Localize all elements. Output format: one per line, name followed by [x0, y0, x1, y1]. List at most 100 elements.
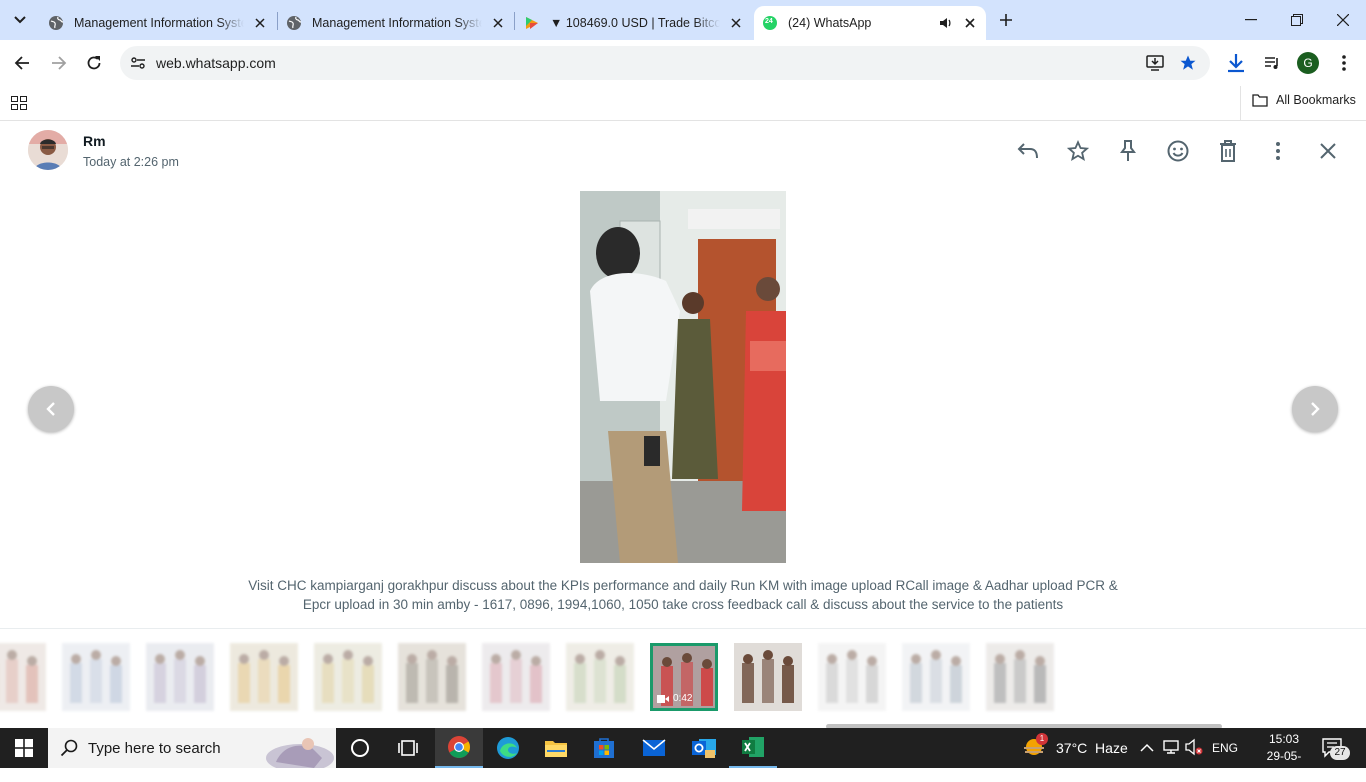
media-thumbnail[interactable] [146, 643, 214, 711]
media-thumbnail[interactable] [314, 643, 382, 711]
tab-title: ▼ 108469.0 USD | Trade Bitcoin [550, 16, 720, 30]
mail-icon[interactable] [630, 728, 678, 768]
cortana-icon[interactable] [336, 728, 384, 768]
edge-taskbar-icon[interactable] [484, 728, 532, 768]
all-bookmarks-label: All Bookmarks [1276, 93, 1356, 107]
more-options-icon[interactable] [1264, 137, 1292, 165]
close-viewer-icon[interactable] [1314, 137, 1342, 165]
site-info-icon[interactable] [130, 55, 146, 76]
install-app-icon[interactable] [1146, 54, 1164, 77]
outlook-icon[interactable] [680, 728, 728, 768]
browser-toolbar: web.whatsapp.com G [0, 40, 1366, 86]
clock-date: 29-05-2025 [1266, 749, 1302, 780]
tab-close-icon[interactable] [490, 15, 506, 31]
network-icon[interactable] [1162, 738, 1180, 761]
video-camera-icon [657, 694, 669, 703]
weather-icon[interactable]: 1 [1022, 733, 1048, 763]
minimize-icon[interactable] [1228, 0, 1274, 40]
restore-icon[interactable] [1274, 0, 1320, 40]
tab-title: Management Information System [312, 16, 482, 30]
media-control-icon[interactable] [1258, 49, 1286, 77]
tab-close-icon[interactable] [962, 15, 978, 31]
media-thumbnail[interactable] [902, 643, 970, 711]
tab-mis-1[interactable]: Management Information System [40, 6, 276, 40]
media-thumbnail[interactable] [230, 643, 298, 711]
window-close-icon[interactable] [1320, 0, 1366, 40]
tradingview-icon [524, 15, 540, 31]
media-thumbnail[interactable] [482, 643, 550, 711]
media-thumbnail-strip: 0:42 [0, 628, 1366, 725]
weather-alert-badge: 1 [1036, 733, 1048, 745]
tab-close-icon[interactable] [728, 15, 744, 31]
search-placeholder: Type here to search [88, 740, 221, 757]
media-preview-image[interactable] [580, 191, 786, 563]
show-hidden-icons-icon[interactable] [1140, 740, 1154, 758]
weather-text[interactable]: 37°C Haze [1056, 740, 1128, 756]
tab-whatsapp[interactable]: 24 (24) WhatsApp [754, 6, 986, 40]
sender-name: Rm [83, 133, 106, 149]
microsoft-store-icon[interactable] [580, 728, 628, 768]
folder-icon [1252, 94, 1268, 107]
clock[interactable]: 15:03 29-05-2025 [1258, 731, 1310, 782]
back-arrow-icon[interactable] [8, 49, 36, 77]
tab-mis-2[interactable]: Management Information System [278, 6, 514, 40]
media-viewer-header: Rm Today at 2:26 pm [0, 121, 1366, 181]
reload-icon[interactable] [80, 49, 108, 77]
tab-badge: 24 [765, 18, 773, 25]
excel-icon[interactable] [729, 728, 777, 768]
emoji-icon[interactable] [1164, 137, 1192, 165]
downloads-icon[interactable] [1222, 49, 1250, 77]
language-indicator[interactable]: ENG [1212, 741, 1238, 755]
tab-trade-bitcoin[interactable]: ▼ 108469.0 USD | Trade Bitcoin [516, 6, 752, 40]
tab-close-icon[interactable] [252, 15, 268, 31]
delete-icon[interactable] [1214, 137, 1242, 165]
media-thumbnail[interactable] [0, 643, 46, 711]
tab-strip: Management Information System Management… [0, 0, 1366, 40]
browser-menu-icon[interactable] [1330, 49, 1358, 77]
media-thumbnail[interactable] [818, 643, 886, 711]
chevron-right-icon [1311, 402, 1320, 416]
caption-line: Visit CHC kampiarganj gorakhpur discuss … [248, 578, 1118, 593]
clock-time: 15:03 [1268, 732, 1300, 746]
media-thumbnail[interactable] [398, 643, 466, 711]
media-thumbnail[interactable] [986, 643, 1054, 711]
star-icon[interactable] [1064, 137, 1092, 165]
whatsapp-icon: 24 [762, 15, 778, 31]
pin-icon[interactable] [1114, 137, 1142, 165]
taskbar-search-input[interactable]: Type here to search [48, 728, 336, 772]
url-text: web.whatsapp.com [156, 55, 276, 71]
message-timestamp: Today at 2:26 pm [83, 155, 179, 169]
reply-icon[interactable] [1014, 137, 1042, 165]
address-bar[interactable]: web.whatsapp.com [120, 46, 1210, 80]
tab-title: (24) WhatsApp [788, 16, 872, 30]
new-tab-plus-icon[interactable] [992, 6, 1020, 34]
profile-avatar[interactable]: G [1294, 49, 1322, 77]
task-view-icon[interactable] [384, 728, 432, 768]
media-thumbnail[interactable] [62, 643, 130, 711]
apps-grid-icon[interactable] [5, 89, 33, 117]
globe-icon [48, 15, 64, 31]
chrome-taskbar-icon[interactable] [435, 728, 483, 768]
bookmark-star-icon[interactable] [1179, 54, 1197, 77]
tab-search-icon[interactable] [6, 6, 34, 34]
search-icon [60, 739, 78, 762]
notification-center-icon[interactable]: 27 [1322, 738, 1350, 763]
notification-count-badge: 27 [1330, 746, 1350, 760]
windows-start-icon[interactable] [0, 728, 48, 768]
media-thumbnail[interactable] [734, 643, 802, 711]
previous-media-button[interactable] [28, 386, 74, 432]
globe-icon [286, 15, 302, 31]
forward-arrow-icon[interactable] [45, 49, 73, 77]
tab-title: Management Information System [74, 16, 244, 30]
all-bookmarks-folder[interactable]: All Bookmarks [1252, 93, 1356, 107]
windows-taskbar: Type here to search 1 37°C Haze ENG 15:0… [0, 728, 1366, 780]
sender-avatar[interactable] [28, 130, 68, 170]
file-explorer-icon[interactable] [532, 728, 580, 768]
media-thumbnail[interactable]: 0:42 [650, 643, 718, 711]
speaker-icon[interactable] [938, 15, 954, 31]
media-caption: Visit CHC kampiarganj gorakhpur discuss … [200, 576, 1166, 614]
chevron-left-icon [46, 402, 55, 416]
volume-muted-icon[interactable] [1185, 738, 1203, 761]
next-media-button[interactable] [1292, 386, 1338, 432]
media-thumbnail[interactable] [566, 643, 634, 711]
